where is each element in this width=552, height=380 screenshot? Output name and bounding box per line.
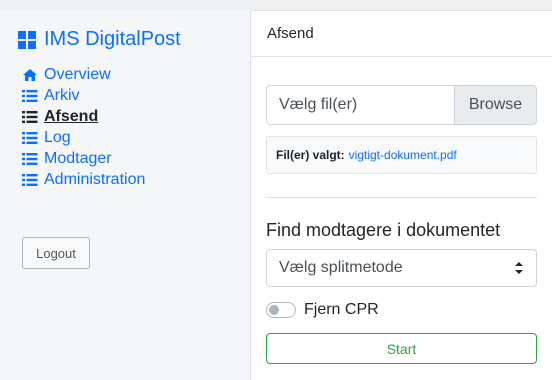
divider [266, 197, 537, 198]
sidebar-nav: Overview Arkiv Afsend Log Modtager Admin… [22, 64, 145, 190]
sidebar-item-label: Arkiv [44, 86, 80, 104]
remove-cpr-label: Fjern CPR [304, 301, 379, 318]
sidebar-item-label: Administration [44, 170, 146, 188]
list-icon [22, 110, 38, 123]
toggle-knob [269, 305, 279, 315]
file-picker[interactable]: Vælg fil(er) Browse [266, 85, 537, 125]
list-icon [22, 152, 38, 165]
list-icon [22, 131, 38, 144]
sidebar-item-overview[interactable]: Overview [22, 64, 145, 85]
sidebar-item-arkiv[interactable]: Arkiv [22, 85, 145, 106]
file-input[interactable]: Vælg fil(er) [266, 85, 454, 125]
section-title: Find modtagere i dokumentet [266, 220, 501, 240]
remove-cpr-toggle[interactable] [266, 302, 296, 318]
start-button[interactable]: Start [266, 333, 537, 364]
sidebar-item-label: Afsend [44, 107, 99, 125]
home-icon [23, 68, 37, 81]
sidebar-item-administration[interactable]: Administration [22, 169, 145, 190]
sidebar-item-log[interactable]: Log [22, 127, 145, 148]
select-caret-icon [515, 262, 523, 274]
sidebar-item-label: Log [44, 128, 71, 146]
selected-file-link[interactable]: vigtigt-dokument.pdf [349, 148, 457, 162]
list-icon [22, 173, 38, 186]
page-title: Afsend [251, 10, 552, 57]
selected-files-box: Fil(er) valgt: vigtigt-dokument.pdf [266, 136, 537, 174]
logout-button[interactable]: Logout [22, 237, 90, 269]
sidebar: IMS DigitalPost Overview Arkiv Afsend Lo… [0, 10, 251, 380]
windows-logo-icon [18, 30, 36, 49]
list-icon [22, 89, 38, 102]
brand[interactable]: IMS DigitalPost [18, 28, 181, 51]
app-title: IMS DigitalPost [44, 28, 181, 50]
split-method-select[interactable]: Vælg splitmetode [266, 249, 537, 287]
split-method-value: Vælg splitmetode [279, 259, 403, 276]
sidebar-item-afsend[interactable]: Afsend [22, 106, 145, 127]
sidebar-item-label: Modtager [44, 149, 112, 167]
main-panel: Afsend Vælg fil(er) Browse Fil(er) valgt… [251, 10, 552, 380]
selected-files-label: Fil(er) valgt: [276, 148, 345, 162]
sidebar-item-modtager[interactable]: Modtager [22, 148, 145, 169]
remove-cpr-row: Fjern CPR [266, 301, 379, 319]
browse-button[interactable]: Browse [454, 85, 537, 125]
sidebar-item-label: Overview [44, 65, 111, 83]
